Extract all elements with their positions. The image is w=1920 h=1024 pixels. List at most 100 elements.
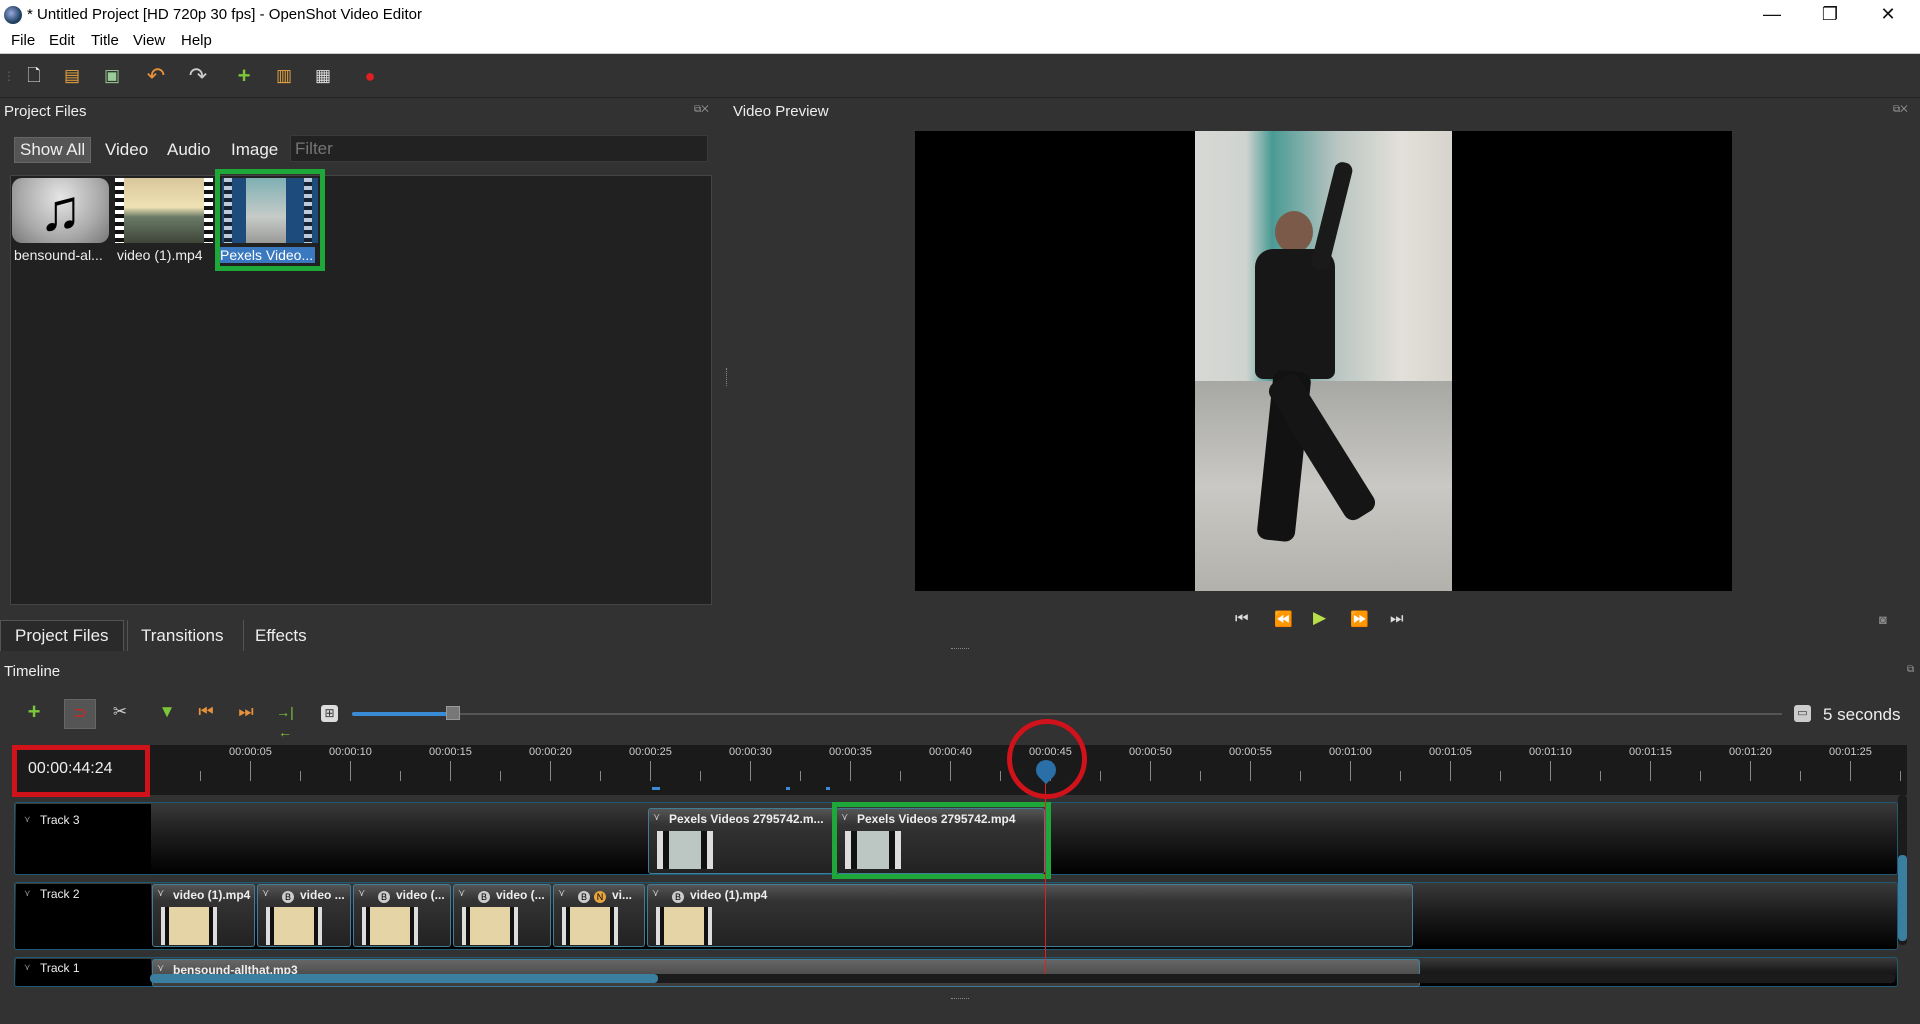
panel-splitter-handle[interactable] — [951, 998, 969, 1001]
timeline-horizontal-scrollbar[interactable] — [150, 974, 1895, 983]
center-playhead-icon[interactable]: →|← — [272, 702, 298, 740]
restore-button[interactable]: ❐ — [1801, 0, 1859, 29]
add-marker-icon[interactable]: ▼ — [157, 702, 177, 722]
playhead-line — [1045, 780, 1046, 975]
ruler-major-tick — [350, 761, 351, 781]
timeline-clip[interactable]: ⋎ B video (... — [353, 884, 451, 947]
ruler-minor-tick — [1100, 771, 1101, 781]
clip-badge-b: B — [282, 891, 294, 903]
panel-splitter-handle[interactable] — [726, 368, 728, 386]
zoom-slider-handle[interactable] — [446, 706, 460, 720]
zoom-level-label: 5 seconds — [1823, 705, 1901, 724]
fast-forward-icon[interactable]: ⏩ — [1350, 610, 1369, 628]
ruler-minor-tick — [1500, 771, 1501, 781]
clip-menu-icon[interactable]: ⋎ — [262, 888, 269, 899]
record-icon[interactable]: ● — [360, 66, 380, 86]
tab-effects[interactable]: Effects — [255, 626, 307, 646]
ruler-label: 00:01:00 — [1329, 746, 1372, 758]
jump-end-icon[interactable]: ⏭ — [1390, 610, 1404, 627]
close-button[interactable]: ✕ — [1859, 0, 1917, 29]
redo-icon[interactable]: ↷ — [188, 65, 208, 87]
razor-icon[interactable]: ✂ — [110, 702, 130, 722]
window-title: * Untitled Project [HD 720p 30 fps] - Op… — [27, 6, 422, 23]
clip-badge-b: B — [672, 891, 684, 903]
minimize-button[interactable]: — — [1743, 0, 1801, 29]
add-track-icon[interactable]: + — [24, 701, 44, 723]
rewind-icon[interactable]: ⏪ — [1274, 610, 1293, 628]
timeline-vertical-scrollbar[interactable] — [1898, 795, 1907, 945]
ruler-major-tick — [1350, 761, 1351, 781]
clip-menu-icon[interactable]: ⋎ — [558, 888, 565, 899]
clip-menu-icon[interactable]: ⋎ — [358, 888, 365, 899]
window-titlebar: * Untitled Project [HD 720p 30 fps] - Op… — [0, 0, 1920, 29]
dock-float-close-icon[interactable]: ⧉✕ — [1893, 104, 1908, 115]
ruler-minor-tick — [1900, 771, 1901, 781]
previous-marker-icon[interactable]: ⏮ — [196, 702, 216, 722]
camera-icon[interactable]: ◙ — [1879, 612, 1887, 627]
scrollbar-thumb[interactable] — [1898, 855, 1907, 941]
track-name: Track 3 — [40, 813, 80, 827]
clip-menu-icon[interactable]: ⋎ — [458, 888, 465, 899]
track-menu-icon[interactable]: ⋎ — [24, 888, 31, 899]
tab-image[interactable]: Image — [231, 140, 278, 160]
ruler-major-tick — [1250, 761, 1251, 781]
clip-menu-icon[interactable]: ⋎ — [653, 812, 660, 823]
fullscreen-icon[interactable]: ▦ — [313, 66, 333, 86]
track-header[interactable] — [16, 959, 151, 985]
file-thumb-audio[interactable]: ♫ — [12, 178, 109, 243]
tab-transitions[interactable]: Transitions — [141, 626, 224, 646]
scrollbar-thumb[interactable] — [150, 974, 658, 983]
selection-highlight-file — [215, 169, 325, 271]
tab-audio[interactable]: Audio — [167, 140, 210, 160]
menu-edit[interactable]: Edit — [49, 32, 75, 49]
tab-video[interactable]: Video — [105, 140, 148, 160]
next-marker-icon[interactable]: ⏭ — [236, 702, 256, 722]
clip-menu-icon[interactable]: ⋎ — [652, 888, 659, 899]
timeline-clip[interactable]: ⋎ video (1).mp4 — [152, 884, 255, 947]
open-folder-icon[interactable]: ▤ — [62, 66, 82, 86]
jump-start-icon[interactable]: ⏮ — [1235, 610, 1249, 627]
clip-menu-icon[interactable]: ⋎ — [157, 963, 164, 974]
ruler-minor-tick — [400, 771, 401, 781]
clip-label: video ... — [300, 888, 345, 902]
track-menu-icon[interactable]: ⋎ — [24, 814, 31, 825]
menu-help[interactable]: Help — [181, 32, 212, 49]
track-menu-icon[interactable]: ⋎ — [24, 962, 31, 973]
menu-title[interactable]: Title — [91, 32, 119, 49]
clip-label: vi... — [612, 888, 633, 902]
snapping-toggle-icon[interactable]: ⊃ — [64, 699, 96, 729]
menu-file[interactable]: File — [11, 32, 35, 49]
menu-bar: File Edit Title View Help — [0, 29, 1920, 54]
ruler-major-tick — [1750, 761, 1751, 781]
timeline-clip[interactable]: ⋎ Pexels Videos 2795742.m... — [648, 808, 834, 874]
zoom-fit-icon[interactable]: ⊞ — [321, 705, 338, 722]
import-files-icon[interactable]: + — [234, 65, 254, 87]
timeline-clip[interactable]: ⋎ B video (... — [453, 884, 551, 947]
clip-menu-icon[interactable]: ⋎ — [157, 888, 164, 899]
ruler-major-tick — [650, 761, 651, 781]
clip-label: Pexels Videos 2795742.m... — [669, 812, 824, 826]
new-file-icon[interactable]: 🗋 — [24, 66, 44, 86]
ruler-minor-tick — [900, 771, 901, 781]
timeline-clip[interactable]: ⋎ B N vi... — [553, 884, 645, 947]
zoom-slider-track[interactable] — [352, 713, 1782, 715]
undo-icon[interactable]: ↶ — [146, 65, 166, 87]
tab-project-files[interactable]: Project Files — [0, 620, 124, 651]
ruler-minor-tick — [1300, 771, 1301, 781]
save-icon[interactable]: ▣ — [102, 66, 122, 86]
play-icon[interactable]: ▶ — [1313, 608, 1326, 628]
filter-input[interactable] — [290, 135, 708, 162]
timeline-clip[interactable]: ⋎ B video (1).mp4 — [647, 884, 1413, 947]
timeline-clip[interactable]: ⋎ B video ... — [257, 884, 351, 947]
track-header[interactable] — [16, 884, 151, 948]
dock-float-close-icon[interactable]: ⧉✕ — [694, 104, 709, 115]
file-thumb-video1[interactable] — [115, 178, 213, 243]
tab-divider — [243, 620, 244, 651]
tab-show-all[interactable]: Show All — [14, 137, 92, 163]
main-toolbar: ⋮ 🗋 ▤ ▣ ↶ ↷ + ▥ ▦ ● — [0, 54, 1920, 98]
track-header[interactable] — [16, 804, 151, 873]
dock-float-icon[interactable]: ⧉ — [1907, 664, 1914, 675]
menu-view[interactable]: View — [133, 32, 165, 49]
profile-icon[interactable]: ▥ — [274, 66, 294, 86]
panel-splitter-handle[interactable] — [951, 648, 969, 651]
